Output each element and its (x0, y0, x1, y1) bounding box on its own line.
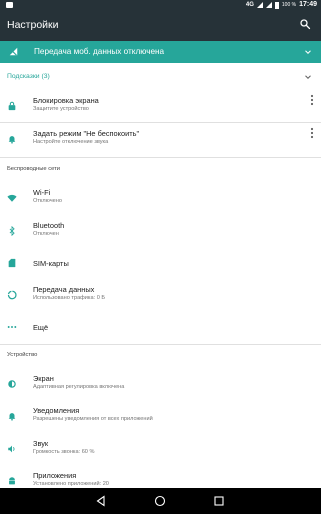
list-item-subtitle: Настройте отключение звука (33, 139, 109, 145)
battery-icon (274, 1, 279, 9)
section-header-device: Устройство (7, 352, 38, 358)
divider (0, 157, 321, 158)
suggestion-screen-lock[interactable]: Блокировка экрана Защитите устройство (0, 90, 321, 122)
wifi-icon (7, 194, 17, 202)
mobile-data-banner[interactable]: Передача моб. данных отключена (0, 41, 321, 63)
more-horiz-icon (7, 326, 17, 328)
list-item-subtitle: Адаптивная регулировка включена (33, 384, 125, 390)
clock: 17:49 (299, 1, 317, 8)
list-item-title: Экран (33, 374, 54, 383)
app-bar: Настройки (0, 10, 321, 41)
list-item-subtitle: Использовано трафика: 0 Б (33, 295, 106, 301)
chevron-down-icon[interactable] (303, 72, 313, 82)
divider (0, 344, 321, 345)
section-header-wireless: Беспроводные сети (7, 166, 61, 172)
banner-text: Передача моб. данных отключена (34, 47, 165, 56)
page-title: Настройки (7, 19, 59, 31)
sim-card-icon (8, 258, 16, 268)
list-item-title: Wi-Fi (33, 188, 51, 197)
signal-icon (256, 2, 263, 8)
list-item-subtitle: Установлено приложений: 20 (33, 481, 109, 487)
more-vert-icon[interactable] (310, 94, 314, 106)
list-item-title: SIM-карты (33, 259, 69, 268)
search-icon[interactable] (299, 18, 311, 30)
list-item-title: Приложения (33, 471, 77, 480)
system-nav-bar (0, 488, 321, 514)
status-indicators: 4G 100 % 17:49 (246, 1, 317, 9)
more-vert-icon[interactable] (310, 127, 314, 139)
list-item-subtitle: Защитите устройство (33, 106, 89, 112)
battery-percent: 100 % (281, 2, 297, 8)
list-item-title: Звук (33, 439, 49, 448)
suggestion-do-not-disturb[interactable]: Задать режим "Не беспокоить" Настройте о… (0, 123, 321, 155)
settings-item-bluetooth[interactable]: Bluetooth Отключен (0, 215, 321, 247)
list-item-title: Ещё (33, 323, 49, 332)
lock-icon (8, 101, 16, 111)
list-item-title: Блокировка экрана (33, 96, 99, 105)
signal-icon-2 (265, 2, 272, 8)
list-item-subtitle: Отключен (33, 231, 59, 237)
list-item-title: Bluetooth (33, 221, 65, 230)
suggestions-label: Подсказки (3) (7, 73, 50, 80)
notifications-icon (8, 413, 16, 421)
list-item-subtitle: Отключено (33, 198, 62, 204)
list-item-title: Задать режим "Не беспокоить" (33, 129, 140, 138)
data-usage-icon (7, 290, 17, 300)
android-icon (9, 477, 15, 485)
chevron-down-icon[interactable] (303, 47, 313, 57)
list-item-title: Уведомления (33, 406, 80, 415)
list-item-title: Передача данных (33, 285, 95, 294)
list-item-subtitle: Громкость звонка: 60 % (33, 449, 95, 455)
home-icon[interactable] (154, 495, 166, 507)
settings-item-more[interactable]: Ещё (0, 311, 321, 343)
settings-item-wifi[interactable]: Wi-Fi Отключено (0, 182, 321, 214)
recents-icon[interactable] (213, 495, 225, 507)
settings-item-data-usage[interactable]: Передача данных Использовано трафика: 0 … (0, 279, 321, 311)
no-mobile-data-icon (9, 47, 18, 56)
back-icon[interactable] (95, 495, 107, 507)
network-type: 4G (245, 2, 254, 8)
status-bar: 4G 100 % 17:49 (0, 0, 321, 10)
volume-icon (8, 445, 15, 453)
settings-item-notifications[interactable]: Уведомления Разрешены уведомления от все… (0, 400, 321, 432)
notification-icon (6, 2, 13, 8)
settings-item-display[interactable]: Экран Адаптивная регулировка включена (0, 368, 321, 400)
settings-item-sound[interactable]: Звук Громкость звонка: 60 % (0, 433, 321, 465)
bluetooth-icon (9, 226, 15, 236)
suggestions-header[interactable]: Подсказки (3) (0, 68, 321, 86)
brightness-icon (8, 380, 16, 388)
list-item-subtitle: Разрешены уведомления от всех приложений (33, 416, 153, 422)
bell-icon (8, 136, 16, 144)
settings-item-sim[interactable]: SIM-карты (0, 247, 321, 279)
